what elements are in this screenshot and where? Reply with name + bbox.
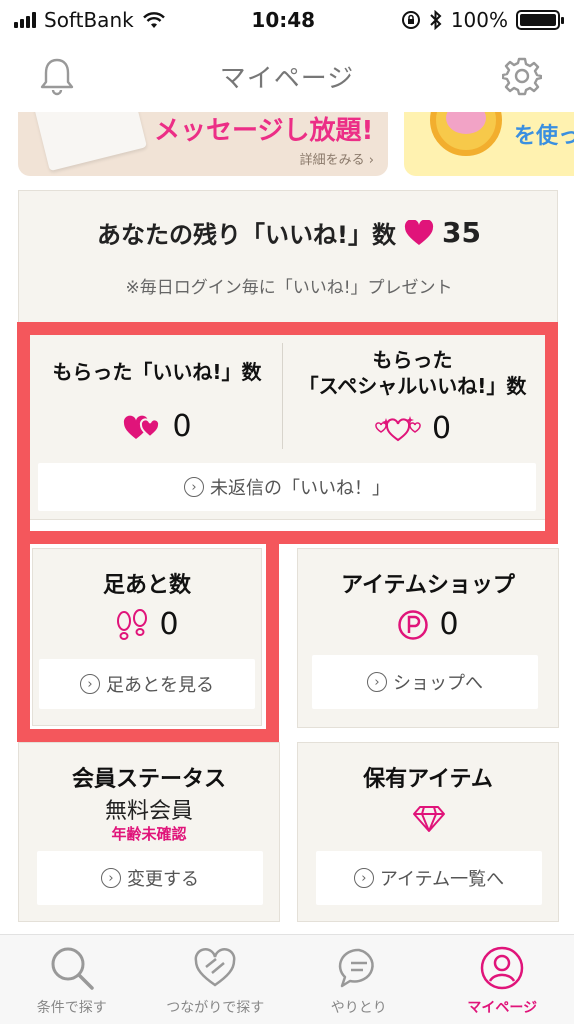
item-shop-count: 0 <box>439 607 459 642</box>
tab-connections[interactable]: つながりで探す <box>144 935 288 1024</box>
search-icon <box>51 947 94 990</box>
rotation-lock-icon <box>401 11 420 29</box>
remaining-likes-label: あなたの残り「いいね!」数 <box>97 221 396 249</box>
battery-percent: 100% <box>450 8 508 32</box>
points-icon <box>398 609 429 640</box>
wifi-icon <box>142 12 165 28</box>
member-status-value: 無料会員 <box>104 799 193 824</box>
highlight-received-likes <box>17 322 558 544</box>
heart-link-icon <box>194 948 236 987</box>
profile-icon <box>481 946 524 990</box>
status-right: 100% <box>401 8 564 32</box>
envelope-icon <box>33 112 147 172</box>
header: マイページ <box>0 40 574 112</box>
diamond-icon <box>413 806 445 832</box>
status-bar: SoftBank 10:48 100% <box>0 0 574 40</box>
member-status-title: 会員ステータス <box>71 767 226 792</box>
highlight-footprints <box>17 534 279 742</box>
remaining-likes: あなたの残り「いいね!」数 35 <box>19 215 559 250</box>
remaining-likes-note: ※毎日ログイン毎に「いいね!」プレゼント <box>125 278 453 298</box>
banner-carousel[interactable]: メッセージし放題! 詳細をみる › を使っ <box>0 112 574 178</box>
tab-messages[interactable]: やりとり <box>287 935 431 1024</box>
status-time: 10:48 <box>251 8 316 32</box>
age-unverified-note: 年齢未確認 <box>111 825 187 843</box>
chat-icon <box>338 948 374 988</box>
banner-use-text: を使っ <box>514 124 574 149</box>
tab-bar: 条件で探す つながりで探す やりとり マイページ <box>0 934 574 1024</box>
shop-button-label: ショップへ <box>393 673 483 694</box>
member-status-tile: 会員ステータス 無料会員 年齢未確認 › 変更する <box>18 742 280 922</box>
coin-banner[interactable]: を使っ <box>404 112 574 176</box>
banner-detail-link[interactable]: 詳細をみる › <box>300 149 374 168</box>
item-shop-title: アイテムショップ <box>341 573 515 598</box>
coin-icon <box>430 112 502 156</box>
chevron-right-icon: › <box>367 672 387 692</box>
owned-items-title: 保有アイテム <box>363 767 493 792</box>
bell-icon[interactable] <box>38 56 76 96</box>
item-list-button[interactable]: › アイテム一覧へ <box>316 851 542 905</box>
item-shop-count-row: 0 <box>298 607 558 642</box>
carrier-name: SoftBank <box>44 8 134 32</box>
page-title: マイページ <box>219 63 355 94</box>
heart-icon <box>404 219 434 245</box>
gear-icon[interactable] <box>502 56 542 96</box>
chevron-right-icon: › <box>101 868 121 888</box>
change-status-button[interactable]: › 変更する <box>37 851 263 905</box>
tab-connections-label: つながりで探す <box>166 1000 265 1016</box>
status-left: SoftBank <box>14 8 166 32</box>
battery-icon <box>516 10 564 30</box>
tab-search[interactable]: 条件で探す <box>0 935 144 1024</box>
signal-icon <box>14 12 36 28</box>
message-banner[interactable]: メッセージし放題! 詳細をみる › <box>18 112 388 176</box>
remaining-likes-count: 35 <box>441 216 481 249</box>
chevron-right-icon: › <box>353 868 374 888</box>
tab-mypage-label: マイページ <box>467 1000 538 1016</box>
item-list-label: アイテム一覧へ <box>379 869 505 890</box>
tab-search-label: 条件で探す <box>36 1000 107 1016</box>
item-shop-tile: アイテムショップ 0 › ショップへ <box>297 548 559 728</box>
tab-messages-label: やりとり <box>330 1000 387 1016</box>
owned-items-tile: 保有アイテム › アイテム一覧へ <box>297 742 559 922</box>
shop-button[interactable]: › ショップへ <box>312 655 538 709</box>
tab-mypage[interactable]: マイページ <box>431 935 574 1024</box>
bluetooth-icon <box>430 10 442 30</box>
change-status-label: 変更する <box>127 869 199 890</box>
banner-message-title: メッセージし放題! <box>154 116 374 146</box>
